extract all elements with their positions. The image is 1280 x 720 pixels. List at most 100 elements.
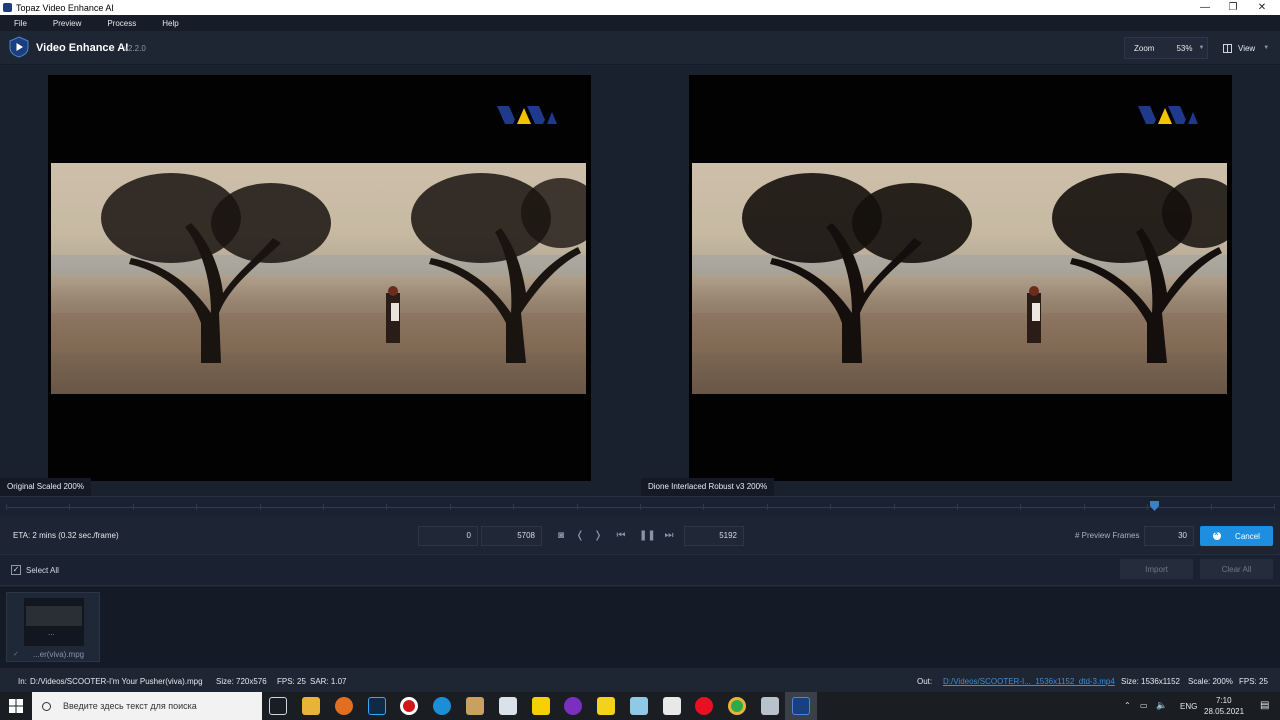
- clock-date[interactable]: 28.05.2021: [1204, 707, 1244, 716]
- original-preview-pane[interactable]: [48, 75, 591, 481]
- tor-icon[interactable]: [564, 697, 582, 715]
- file-item[interactable]: ... ✓ ...er(viva).mpg: [6, 592, 100, 662]
- photoshop-icon[interactable]: [368, 697, 386, 715]
- camera-icon[interactable]: ◙: [555, 530, 567, 542]
- tray-expand-icon[interactable]: ⌃: [1124, 701, 1131, 710]
- tree-silhouettes: [101, 173, 586, 363]
- windows-icon: [9, 699, 23, 713]
- current-frame-field[interactable]: 5192: [684, 526, 744, 546]
- timeline-tick: [196, 504, 198, 510]
- eta-text: ETA: 2 mins (0.32 sec./frame): [13, 531, 119, 540]
- zoom-label: Zoom: [1134, 43, 1155, 53]
- timeline-tick: [1020, 504, 1022, 510]
- file-thumbnail: ...: [24, 598, 84, 646]
- windows-taskbar: Введите здесь текст для поиска ⌃ ▭ 🔈 ENG…: [0, 692, 1280, 720]
- preview-frames-label: # Preview Frames: [1075, 531, 1140, 540]
- start-button[interactable]: [0, 692, 32, 720]
- timeline-tick: [513, 504, 515, 510]
- timeline-scrubber[interactable]: [0, 496, 1280, 516]
- window-title-bar: Topaz Video Enhance AI — ❐ ✕: [0, 0, 1280, 15]
- tree-silhouettes: [742, 173, 1227, 363]
- pause-icon[interactable]: ❚❚: [639, 530, 656, 542]
- timeline-tick: [640, 504, 641, 510]
- input-label: In:: [18, 677, 27, 686]
- preview-frames-field[interactable]: 30: [1144, 526, 1194, 546]
- bracket-left-icon[interactable]: ❬: [574, 530, 586, 542]
- timeline-tick: [6, 504, 7, 510]
- timeline-tick: [1147, 504, 1149, 510]
- menu-help[interactable]: Help: [162, 19, 178, 28]
- select-all-label[interactable]: Select All: [26, 566, 59, 575]
- step-back-icon[interactable]: ⏮: [615, 530, 627, 542]
- sticky-notes-icon[interactable]: [532, 697, 550, 715]
- timeline-tick: [386, 504, 388, 510]
- network-icon[interactable]: ▭: [1140, 701, 1148, 710]
- timeline-tick: [323, 504, 324, 510]
- app-name: Video Enhance AI: [36, 42, 129, 54]
- chrome-icon[interactable]: [728, 697, 746, 715]
- viva-logo: [1138, 106, 1198, 124]
- file-checkbox[interactable]: ✓: [13, 651, 21, 659]
- input-fps: FPS: 25: [277, 677, 306, 686]
- playhead-marker[interactable]: [1150, 501, 1160, 511]
- notifications-icon[interactable]: ▤: [1260, 700, 1269, 711]
- topaz-app-icon: [3, 3, 12, 12]
- timeline-tick: [703, 504, 705, 510]
- clock-time[interactable]: 7:10: [1216, 696, 1232, 705]
- cancel-label: Cancel: [1235, 531, 1260, 541]
- zoom-dropdown[interactable]: Zoom 53% ▼: [1124, 37, 1208, 59]
- end-frame-field[interactable]: 5708: [481, 526, 542, 546]
- language-indicator[interactable]: ENG: [1180, 702, 1197, 711]
- notepad-icon[interactable]: [630, 697, 648, 715]
- enhanced-pane-label: Dione Interlaced Robust v3 200%: [641, 478, 775, 496]
- menu-process[interactable]: Process: [107, 19, 136, 28]
- search-placeholder: Введите здесь текст для поиска: [63, 701, 197, 711]
- viva-logo: [497, 106, 557, 124]
- timeline-tick: [449, 504, 451, 510]
- screen-recorder-icon[interactable]: [400, 697, 418, 715]
- video-frame-enhanced: [692, 163, 1227, 394]
- window-title: Topaz Video Enhance AI: [16, 2, 114, 13]
- system-tray: ⌃ ▭ 🔈 ENG 7:10 28.05.2021 ▤: [1120, 692, 1280, 720]
- start-frame-field[interactable]: 0: [418, 526, 478, 546]
- volume-icon[interactable]: 🔈: [1156, 700, 1167, 711]
- layout-icon: [1223, 43, 1232, 53]
- timeline-tick: [1274, 504, 1275, 510]
- input-path: D:/Videos/SCOOTER-I'm Your Pusher(viva).…: [30, 677, 203, 686]
- opera-icon[interactable]: [695, 697, 713, 715]
- timeline-tick: [1083, 504, 1085, 510]
- enhanced-preview-pane[interactable]: [689, 75, 1232, 481]
- import-button[interactable]: Import: [1120, 559, 1193, 579]
- app-header: Video Enhance AI v2.2.0 Zoom 53% ▼ View …: [0, 31, 1280, 65]
- output-path-link[interactable]: D:/Videos/SCOOTER-I..._1536x1152_dtd-3.m…: [943, 677, 1115, 686]
- menu-preview[interactable]: Preview: [53, 19, 81, 28]
- edge-icon[interactable]: [433, 697, 451, 715]
- gimp-icon[interactable]: [335, 697, 353, 715]
- cancel-icon: [1213, 529, 1222, 540]
- clear-all-button[interactable]: Clear All: [1200, 559, 1273, 579]
- dn-app-icon[interactable]: [597, 697, 615, 715]
- file-explorer-icon[interactable]: [302, 697, 320, 715]
- menu-file[interactable]: File: [14, 19, 27, 28]
- input-size: Size: 720x576: [216, 677, 267, 686]
- close-button[interactable]: ✕: [1244, 0, 1280, 15]
- calculator-icon[interactable]: [499, 697, 517, 715]
- timeline-tick: [957, 504, 958, 510]
- window-app-icon[interactable]: [761, 697, 779, 715]
- view-menu-button[interactable]: View ▼: [1214, 37, 1274, 59]
- topaz-logo-icon: [9, 36, 29, 58]
- menu-bar: File Preview Process Help: [0, 15, 1280, 31]
- step-forward-icon[interactable]: ⏭: [663, 530, 675, 542]
- playback-controls: ETA: 2 mins (0.32 sec./frame) 0 5708 ◙ ❬…: [0, 517, 1280, 553]
- timeline-tick: [830, 504, 832, 510]
- file-name: ...er(viva).mpg: [33, 650, 85, 659]
- chevron-down-icon: ▼: [1198, 45, 1205, 51]
- bracket-right-icon[interactable]: ❭: [592, 530, 604, 542]
- task-view-icon[interactable]: [269, 697, 287, 715]
- taskbar-search[interactable]: Введите здесь текст для поиска: [32, 692, 262, 720]
- cancel-button[interactable]: Cancel: [1200, 526, 1273, 546]
- archive-icon[interactable]: [466, 697, 484, 715]
- document-icon[interactable]: [663, 697, 681, 715]
- select-all-checkbox[interactable]: ✓: [11, 565, 21, 575]
- topaz-taskbar-icon[interactable]: [792, 697, 810, 715]
